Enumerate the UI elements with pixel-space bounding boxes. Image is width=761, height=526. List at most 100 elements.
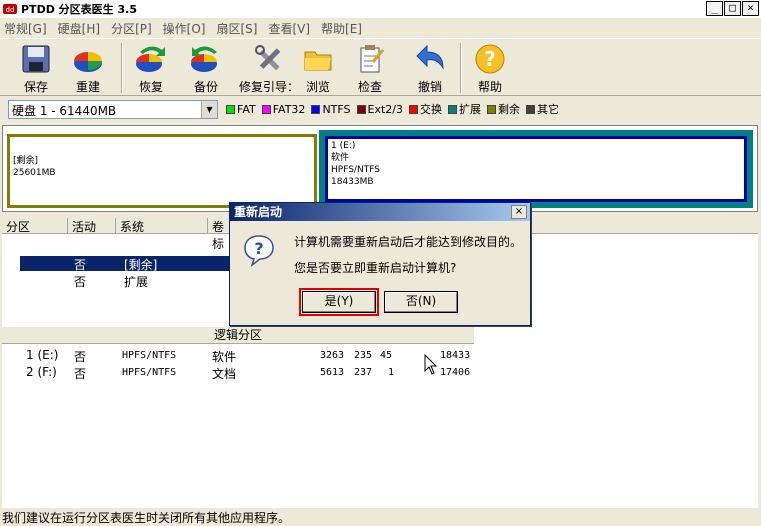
yes-button[interactable]: 是(Y): [299, 288, 379, 316]
free-label: [剩余]: [13, 156, 39, 166]
ntfs-name: 软件: [331, 153, 350, 163]
browse-button[interactable]: 浏览: [292, 42, 344, 95]
folder-icon: [304, 51, 332, 71]
clipboard-check-icon: [360, 45, 385, 73]
row-id: 1 (E:): [26, 348, 59, 362]
restore-pie-icon: [136, 46, 165, 72]
row-size: 18433: [440, 350, 471, 361]
legend-label: 剩余: [498, 103, 520, 116]
disk-map: [剩余] 25601MB 1 (E:) 软件 HPFS/NTFS 18433MB: [2, 125, 758, 212]
row-c2: 235: [354, 350, 373, 361]
dialog-message-line2: 您是否要立即重新启动计算机?: [294, 261, 457, 275]
row-label: 文档: [212, 367, 237, 381]
row-system: [剩余]: [124, 258, 158, 272]
restart-dialog: 重新启动 × ? 计算机需要重新启动后才能达到修改目的。 您是否要立即重新启动计…: [229, 202, 531, 326]
menu-disk[interactable]: 硬盘[H]: [58, 20, 100, 37]
ntfs-fs: HPFS/NTFS: [331, 165, 380, 175]
repair-boot-button[interactable]: 修复引导：: [238, 42, 300, 95]
column-system[interactable]: 系统: [118, 218, 208, 234]
close-button[interactable]: ×: [742, 1, 759, 16]
menu-general[interactable]: 常规[G]: [4, 20, 47, 37]
row-c3: 45: [380, 350, 393, 361]
backup-pie-icon: [191, 46, 217, 72]
rebuild-label: 重建: [75, 80, 100, 94]
menu-sector[interactable]: 扇区[S]: [216, 20, 257, 37]
save-label: 保存: [23, 80, 48, 94]
disk-select-value: 硬盘 1 - 61440MB: [12, 104, 117, 118]
dialog-close-button[interactable]: ×: [511, 205, 527, 219]
table-row[interactable]: 否 [剩余]: [20, 256, 232, 272]
legend-swatch: [448, 104, 457, 114]
legend-label: FAT32: [272, 102, 306, 116]
disk-bar: 硬盘 1 - 61440MB ▼ FAT FAT32 NTFS Ext2/3 交…: [0, 97, 761, 121]
legend-swatch: [226, 104, 235, 114]
row-id: 2 (F:): [26, 365, 57, 379]
status-bar: 我们建议在运行分区表医生时关闭所有其他应用程序。: [0, 510, 761, 526]
menu-operation[interactable]: 操作[O]: [163, 20, 206, 37]
browse-label: 浏览: [305, 80, 330, 94]
legend-fat32: FAT32: [261, 102, 306, 116]
restore-label: 恢复: [138, 80, 163, 94]
minimize-button[interactable]: _: [706, 1, 723, 16]
title-bar: dd PTDD 分区表医生 3.5 _ □ ×: [0, 0, 761, 18]
pie-disk-icon: [74, 52, 102, 72]
chevron-down-icon[interactable]: ▼: [201, 101, 217, 118]
column-active[interactable]: 活动: [70, 218, 116, 234]
backup-label: 备份: [193, 80, 218, 94]
free-size: 25601MB: [13, 168, 56, 178]
table-row[interactable]: 否 扩展: [20, 273, 232, 289]
row-size: 17406: [440, 367, 471, 378]
logical-partition-group-header: 逻辑分区: [2, 326, 474, 344]
legend-swatch: [487, 104, 496, 114]
tools-icon: [255, 45, 281, 71]
ntfs-size: 18433MB: [331, 177, 374, 187]
check-button[interactable]: 检查: [344, 42, 396, 95]
toolbar: 保存 重建 恢复 备份 修复引导： 浏览 检查 撤销 ? 帮助: [0, 38, 761, 96]
row-c3: 1: [388, 367, 395, 378]
legend-extended: 扩展: [448, 101, 481, 117]
dialog-title: 重新启动: [234, 205, 283, 219]
partition-block-ntfs[interactable]: 1 (E:) 软件 HPFS/NTFS 18433MB: [325, 136, 747, 202]
svg-text:?: ?: [254, 239, 263, 258]
menu-view[interactable]: 查看[V]: [268, 20, 310, 37]
save-button[interactable]: 保存: [10, 42, 62, 95]
legend-label: Ext2/3: [367, 102, 403, 116]
help-label: 帮助: [477, 80, 502, 94]
legend-other: 其它: [526, 101, 559, 117]
dialog-message-line1: 计算机需要重新启动后才能达到修改目的。: [294, 235, 523, 249]
menu-partition[interactable]: 分区[P]: [111, 20, 152, 37]
no-button[interactable]: 否(N): [384, 291, 458, 313]
legend-ext: Ext2/3: [356, 102, 403, 116]
row-system: HPFS/NTFS: [122, 350, 177, 361]
legend-swap: 交换: [409, 101, 442, 117]
table-row[interactable]: 2 (F:) 否 HPFS/NTFS 文档 5613 237 1 17406: [2, 365, 482, 381]
row-c1: 5613: [320, 367, 345, 378]
toolbar-separator: [121, 43, 123, 93]
row-c2: 237: [354, 367, 373, 378]
table-row[interactable]: 1 (E:) 否 HPFS/NTFS 软件 3263 235 45 18433: [2, 348, 482, 364]
help-button[interactable]: ? 帮助: [464, 42, 516, 95]
app-logo-icon: dd: [3, 4, 17, 14]
menu-bar: 常规[G] 硬盘[H] 分区[P] 操作[O] 扇区[S] 查看[V] 帮助[E…: [0, 18, 761, 38]
legend-free: 剩余: [487, 101, 520, 117]
row-system: HPFS/NTFS: [122, 367, 177, 378]
rebuild-button[interactable]: 重建: [62, 42, 114, 95]
restore-button[interactable]: 恢复: [125, 42, 177, 95]
column-partition[interactable]: 分区: [4, 218, 68, 234]
legend-label: 其它: [537, 103, 559, 116]
maximize-button[interactable]: □: [724, 1, 741, 16]
partition-block-free[interactable]: [剩余] 25601MB: [7, 134, 317, 208]
legend-swatch: [356, 104, 366, 114]
row-active: 否: [74, 367, 87, 381]
ntfs-label: 1 (E:): [331, 141, 356, 151]
app-title: PTDD 分区表医生 3.5: [21, 3, 137, 16]
row-label: 软件: [212, 350, 237, 364]
backup-button[interactable]: 备份: [180, 42, 232, 95]
row-active: 否: [74, 350, 87, 364]
dialog-title-bar: 重新启动 ×: [230, 203, 530, 221]
undo-button[interactable]: 撤销: [404, 42, 456, 95]
legend-label: 扩展: [459, 103, 481, 116]
menu-help[interactable]: 帮助[E]: [321, 20, 362, 37]
partition-block-extended[interactable]: 1 (E:) 软件 HPFS/NTFS 18433MB: [319, 130, 753, 208]
disk-select[interactable]: 硬盘 1 - 61440MB ▼: [8, 100, 218, 119]
